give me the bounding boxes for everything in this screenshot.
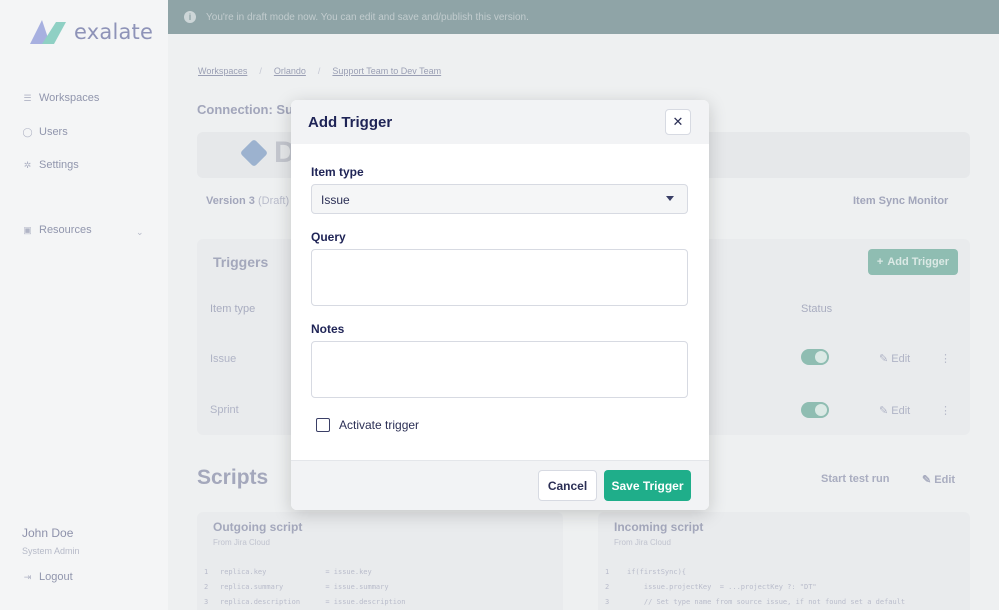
outgoing-script-title: Outgoing script — [213, 520, 303, 534]
version-tab[interactable]: Version 3 (Draft) — [206, 195, 289, 207]
banner-text: You're in draft mode now. You can edit a… — [206, 11, 529, 23]
pencil-icon: ✎ — [879, 353, 889, 365]
sidebar-item-resources[interactable]: ▣ Resources — [22, 224, 92, 236]
plus-icon: + — [876, 256, 884, 268]
logout-icon: ⇥ — [23, 571, 32, 582]
logo-text: exalate — [74, 20, 154, 44]
info-icon: i — [184, 11, 196, 23]
item-type-value: Issue — [321, 193, 350, 207]
breadcrumb-separator: / — [259, 66, 262, 76]
scripts-edit-button[interactable]: ✎ Edit — [922, 473, 955, 486]
trigger-edit-button[interactable]: ✎ Edit — [879, 404, 910, 417]
sidebar-item-label: Workspaces — [39, 92, 100, 104]
close-button[interactable]: ✕ — [665, 109, 691, 135]
sidebar-item-settings[interactable]: ✲ Settings — [22, 159, 79, 171]
modal-footer: Cancel Save Trigger — [291, 460, 709, 510]
code-line-number: 3 — [605, 598, 610, 606]
edit-label: Edit — [891, 405, 911, 417]
sidebar-item-users[interactable]: ◯ Users — [22, 126, 68, 138]
code-line-number: 2 — [605, 583, 610, 591]
sidebar-item-label: Resources — [39, 224, 92, 236]
code-line: // Set type name from source issue, if n… — [627, 598, 906, 606]
query-input[interactable] — [311, 249, 688, 306]
activate-trigger-checkbox[interactable] — [316, 418, 330, 432]
sidebar-item-label: Settings — [39, 159, 79, 171]
close-icon: ✕ — [672, 114, 684, 129]
draft-banner: i You're in draft mode now. You can edit… — [168, 0, 999, 34]
trigger-edit-button[interactable]: ✎ Edit — [879, 352, 910, 365]
trigger-row-item-type: Issue — [210, 353, 237, 365]
logout-label: Logout — [39, 571, 73, 583]
activate-trigger-row[interactable]: Activate trigger — [316, 418, 419, 432]
notes-input[interactable] — [311, 341, 688, 398]
code-line: if(firstSync){ — [627, 568, 687, 576]
exalate-logo[interactable]: exalate — [28, 18, 153, 46]
code-line-number: 1 — [605, 568, 610, 576]
code-line: replica.description = issue.description — [220, 598, 406, 606]
add-trigger-label: Add Trigger — [887, 256, 950, 268]
trigger-status-toggle[interactable] — [801, 349, 829, 365]
item-type-label: Item type — [311, 165, 364, 179]
user-role: System Admin — [22, 546, 80, 556]
modal-title: Add Trigger — [308, 114, 393, 131]
edit-label: Edit — [891, 353, 911, 365]
code-line-number: 3 — [204, 598, 209, 606]
notes-label: Notes — [311, 322, 345, 336]
sidebar: exalate ☰ Workspaces ◯ Users ✲ Settings … — [0, 0, 168, 610]
item-sync-monitor-tab[interactable]: Item Sync Monitor — [853, 195, 948, 207]
user-name: John Doe — [22, 526, 74, 540]
start-test-run-button[interactable]: Start test run — [821, 473, 889, 485]
logout-button[interactable]: ⇥ Logout — [22, 571, 73, 583]
trigger-status-toggle[interactable] — [801, 402, 829, 418]
chevron-down-icon[interactable]: ⌄ — [136, 227, 144, 238]
code-line: replica.key = issue.key — [220, 568, 372, 576]
modal-header: Add Trigger ✕ — [291, 100, 709, 144]
breadcrumb-workspaces[interactable]: Workspaces — [198, 66, 247, 76]
version-label: Version 3 — [206, 195, 255, 207]
breadcrumb-connection[interactable]: Support Team to Dev Team — [332, 66, 441, 76]
item-type-select[interactable]: Issue — [311, 184, 688, 214]
cancel-button[interactable]: Cancel — [538, 470, 597, 501]
breadcrumb: Workspaces / Orlando / Support Team to D… — [198, 66, 441, 76]
edit-label: Edit — [934, 474, 956, 486]
version-state: (Draft) — [257, 195, 290, 207]
pencil-icon: ✎ — [922, 474, 932, 486]
triggers-title: Triggers — [213, 254, 269, 270]
trigger-row-item-type: Sprint — [210, 404, 239, 416]
pencil-icon: ✎ — [879, 405, 889, 417]
caret-down-icon — [666, 196, 674, 201]
user-icon: ◯ — [22, 126, 33, 137]
more-options-icon[interactable]: ⋮ — [940, 404, 951, 417]
add-trigger-modal: Add Trigger ✕ Item type Issue Query Note… — [291, 100, 709, 510]
breadcrumb-separator: / — [317, 66, 321, 76]
gear-icon: ✲ — [23, 159, 32, 170]
incoming-script-subtitle: From Jira Cloud — [614, 538, 671, 547]
logo-mark-icon — [30, 20, 66, 44]
incoming-script-title: Incoming script — [614, 520, 704, 534]
scripts-title: Scripts — [197, 466, 269, 489]
more-options-icon[interactable]: ⋮ — [940, 352, 951, 365]
sidebar-item-label: Users — [39, 126, 68, 138]
save-trigger-button[interactable]: Save Trigger — [604, 470, 691, 501]
book-icon: ▣ — [23, 224, 32, 235]
column-header-item-type: Item type — [210, 303, 256, 315]
outgoing-script-subtitle: From Jira Cloud — [213, 538, 270, 547]
activate-trigger-label: Activate trigger — [339, 418, 420, 432]
sidebar-item-workspaces[interactable]: ☰ Workspaces — [22, 92, 99, 104]
breadcrumb-orlando[interactable]: Orlando — [274, 66, 306, 76]
list-icon: ☰ — [23, 92, 32, 103]
query-label: Query — [311, 230, 346, 244]
add-trigger-button[interactable]: + Add Trigger — [868, 249, 958, 275]
code-line: issue.projectKey = ...projectKey ?: "DT" — [627, 583, 817, 591]
column-header-status: Status — [801, 303, 833, 315]
connection-title: Connection: Sup — [197, 102, 301, 117]
code-line-number: 2 — [204, 583, 209, 591]
code-line-number: 1 — [204, 568, 209, 576]
code-line: replica.summary = issue.summary — [220, 583, 389, 591]
